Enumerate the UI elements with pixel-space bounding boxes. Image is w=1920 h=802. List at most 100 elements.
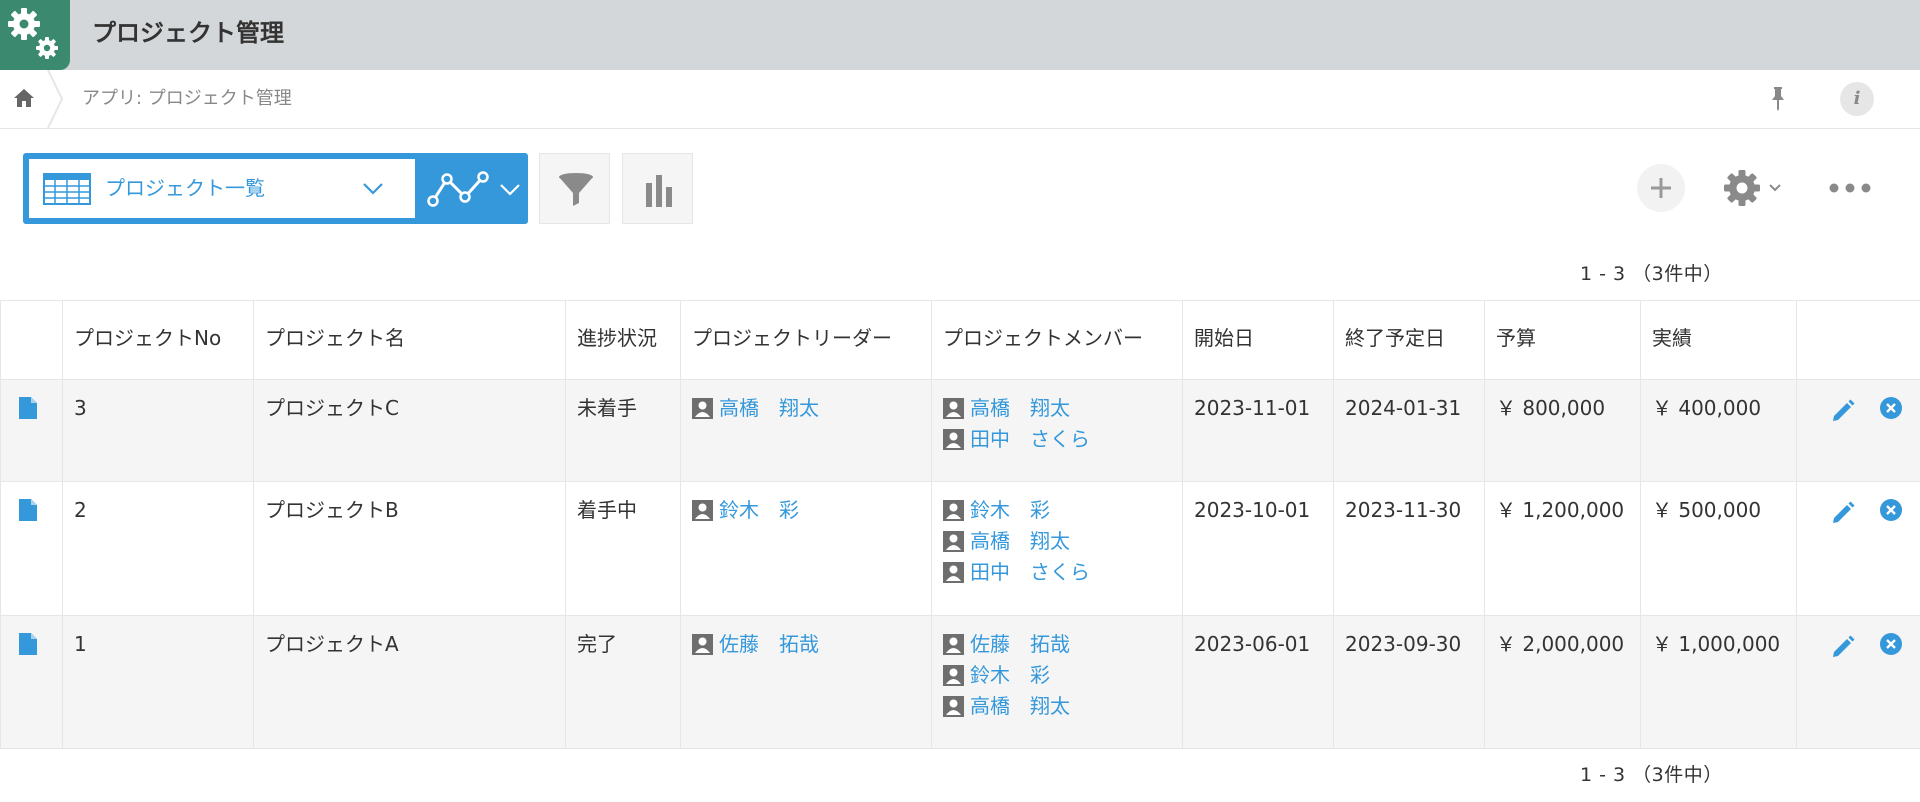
detail-cell bbox=[0, 379, 63, 482]
status-cell: 着手中 bbox=[565, 481, 681, 616]
user-entry: 鈴木 彩 bbox=[943, 495, 1171, 526]
delete-icon[interactable] bbox=[1879, 498, 1903, 522]
chevron-down-icon bbox=[363, 183, 383, 195]
actual-cell: ￥ 500,000 bbox=[1640, 481, 1797, 616]
document-icon[interactable] bbox=[18, 396, 38, 420]
column-header-project-no[interactable]: プロジェクトNo bbox=[62, 300, 254, 380]
user-entry: 佐藤 拓哉 bbox=[943, 629, 1171, 660]
user-link[interactable]: 鈴木 彩 bbox=[970, 660, 1050, 691]
budget-cell: ￥ 1,200,000 bbox=[1484, 481, 1641, 616]
delete-icon[interactable] bbox=[1879, 632, 1903, 656]
breadcrumb-app-link[interactable]: アプリ: プロジェクト管理 bbox=[82, 87, 292, 111]
table-row: 2 プロジェクトB 着手中 鈴木 彩 鈴木 彩 高橋 翔太 田中 さくら 202… bbox=[0, 481, 1920, 616]
project-name-cell: プロジェクトB bbox=[253, 481, 566, 616]
user-link[interactable]: 高橋 翔太 bbox=[970, 526, 1070, 557]
add-record-button[interactable] bbox=[1637, 164, 1685, 212]
user-link[interactable]: 高橋 翔太 bbox=[970, 393, 1070, 424]
user-entry: 鈴木 彩 bbox=[943, 660, 1171, 691]
column-header-end-date[interactable]: 終了予定日 bbox=[1333, 300, 1485, 380]
user-entry: 佐藤 拓哉 bbox=[692, 629, 920, 660]
column-header-budget[interactable]: 予算 bbox=[1484, 300, 1641, 380]
user-icon bbox=[943, 429, 964, 450]
detail-cell bbox=[0, 615, 63, 749]
user-icon bbox=[692, 500, 713, 521]
pin-icon[interactable] bbox=[1766, 84, 1790, 112]
view-dropdown[interactable]: プロジェクト一覧 bbox=[29, 159, 415, 218]
user-link[interactable]: 鈴木 彩 bbox=[970, 495, 1050, 526]
view-selector: プロジェクト一覧 bbox=[23, 153, 528, 224]
filter-button[interactable] bbox=[539, 153, 610, 224]
app-header: プロジェクト管理 bbox=[0, 0, 1920, 70]
end-date-cell: 2023-09-30 bbox=[1333, 615, 1485, 749]
start-date-cell: 2023-06-01 bbox=[1182, 615, 1334, 749]
project-no-cell: 2 bbox=[62, 481, 254, 616]
graph-icon[interactable] bbox=[427, 169, 489, 209]
document-icon[interactable] bbox=[18, 632, 38, 656]
info-icon[interactable]: i bbox=[1840, 82, 1874, 116]
leader-cell: 高橋 翔太 bbox=[680, 379, 932, 482]
user-icon bbox=[692, 398, 713, 419]
ellipsis-icon bbox=[1829, 183, 1871, 193]
table-row: 3 プロジェクトC 未着手 高橋 翔太 高橋 翔太 田中 さくら 2023-11… bbox=[0, 379, 1920, 482]
actions-cell bbox=[1796, 481, 1920, 616]
user-entry: 高橋 翔太 bbox=[943, 691, 1171, 722]
user-link[interactable]: 佐藤 拓哉 bbox=[719, 629, 819, 660]
pencil-icon[interactable] bbox=[1830, 499, 1856, 525]
actions-cell bbox=[1796, 615, 1920, 749]
document-icon[interactable] bbox=[18, 498, 38, 522]
pagination-top: 1 - 3 （3件中） bbox=[1580, 263, 1723, 285]
table-view-icon bbox=[43, 173, 91, 205]
user-icon bbox=[943, 562, 964, 583]
user-icon bbox=[943, 398, 964, 419]
column-header-actual[interactable]: 実績 bbox=[1640, 300, 1797, 380]
gears-icon bbox=[0, 0, 70, 70]
status-cell: 完了 bbox=[565, 615, 681, 749]
user-entry: 鈴木 彩 bbox=[692, 495, 920, 526]
column-header-status[interactable]: 進捗状況 bbox=[565, 300, 681, 380]
chart-button[interactable] bbox=[622, 153, 693, 224]
more-options-button[interactable] bbox=[1826, 172, 1874, 204]
column-header-members[interactable]: プロジェクトメンバー bbox=[931, 300, 1183, 380]
actual-cell: ￥ 1,000,000 bbox=[1640, 615, 1797, 749]
members-cell: 佐藤 拓哉 鈴木 彩 高橋 翔太 bbox=[931, 615, 1183, 749]
start-date-cell: 2023-10-01 bbox=[1182, 481, 1334, 616]
column-header-detail bbox=[0, 300, 63, 380]
pencil-icon[interactable] bbox=[1830, 633, 1856, 659]
column-header-leader[interactable]: プロジェクトリーダー bbox=[680, 300, 932, 380]
user-link[interactable]: 鈴木 彩 bbox=[719, 495, 799, 526]
pencil-icon[interactable] bbox=[1830, 397, 1856, 423]
leader-cell: 鈴木 彩 bbox=[680, 481, 932, 616]
app-title: プロジェクト管理 bbox=[92, 19, 284, 47]
user-icon bbox=[943, 665, 964, 686]
user-entry: 田中 さくら bbox=[943, 424, 1171, 455]
graph-chevron-down-icon[interactable] bbox=[499, 181, 521, 197]
members-cell: 鈴木 彩 高橋 翔太 田中 さくら bbox=[931, 481, 1183, 616]
user-icon bbox=[692, 634, 713, 655]
project-name-cell: プロジェクトA bbox=[253, 615, 566, 749]
user-entry: 高橋 翔太 bbox=[943, 393, 1171, 424]
breadcrumb-separator bbox=[47, 70, 64, 128]
bar-chart-icon bbox=[646, 175, 672, 207]
user-entry: 田中 さくら bbox=[943, 557, 1171, 588]
end-date-cell: 2023-11-30 bbox=[1333, 481, 1485, 616]
delete-icon[interactable] bbox=[1879, 396, 1903, 420]
actions-cell bbox=[1796, 379, 1920, 482]
settings-button[interactable] bbox=[1720, 166, 1788, 210]
actual-cell: ￥ 400,000 bbox=[1640, 379, 1797, 482]
home-icon[interactable] bbox=[12, 86, 36, 110]
user-link[interactable]: 高橋 翔太 bbox=[719, 393, 819, 424]
user-icon bbox=[943, 696, 964, 717]
user-link[interactable]: 佐藤 拓哉 bbox=[970, 629, 1070, 660]
user-link[interactable]: 田中 さくら bbox=[970, 424, 1090, 455]
column-header-start-date[interactable]: 開始日 bbox=[1182, 300, 1334, 380]
user-link[interactable]: 田中 さくら bbox=[970, 557, 1090, 588]
column-header-actions bbox=[1796, 300, 1920, 380]
breadcrumb: アプリ: プロジェクト管理 i bbox=[0, 70, 1920, 129]
end-date-cell: 2024-01-31 bbox=[1333, 379, 1485, 482]
user-icon bbox=[943, 500, 964, 521]
column-header-project-name[interactable]: プロジェクト名 bbox=[253, 300, 566, 380]
table-header-row: プロジェクトNo プロジェクト名 進捗状況 プロジェクトリーダー プロジェクトメ… bbox=[0, 300, 1920, 380]
gear-icon bbox=[1724, 170, 1781, 206]
plus-icon bbox=[1651, 178, 1671, 198]
user-link[interactable]: 高橋 翔太 bbox=[970, 691, 1070, 722]
